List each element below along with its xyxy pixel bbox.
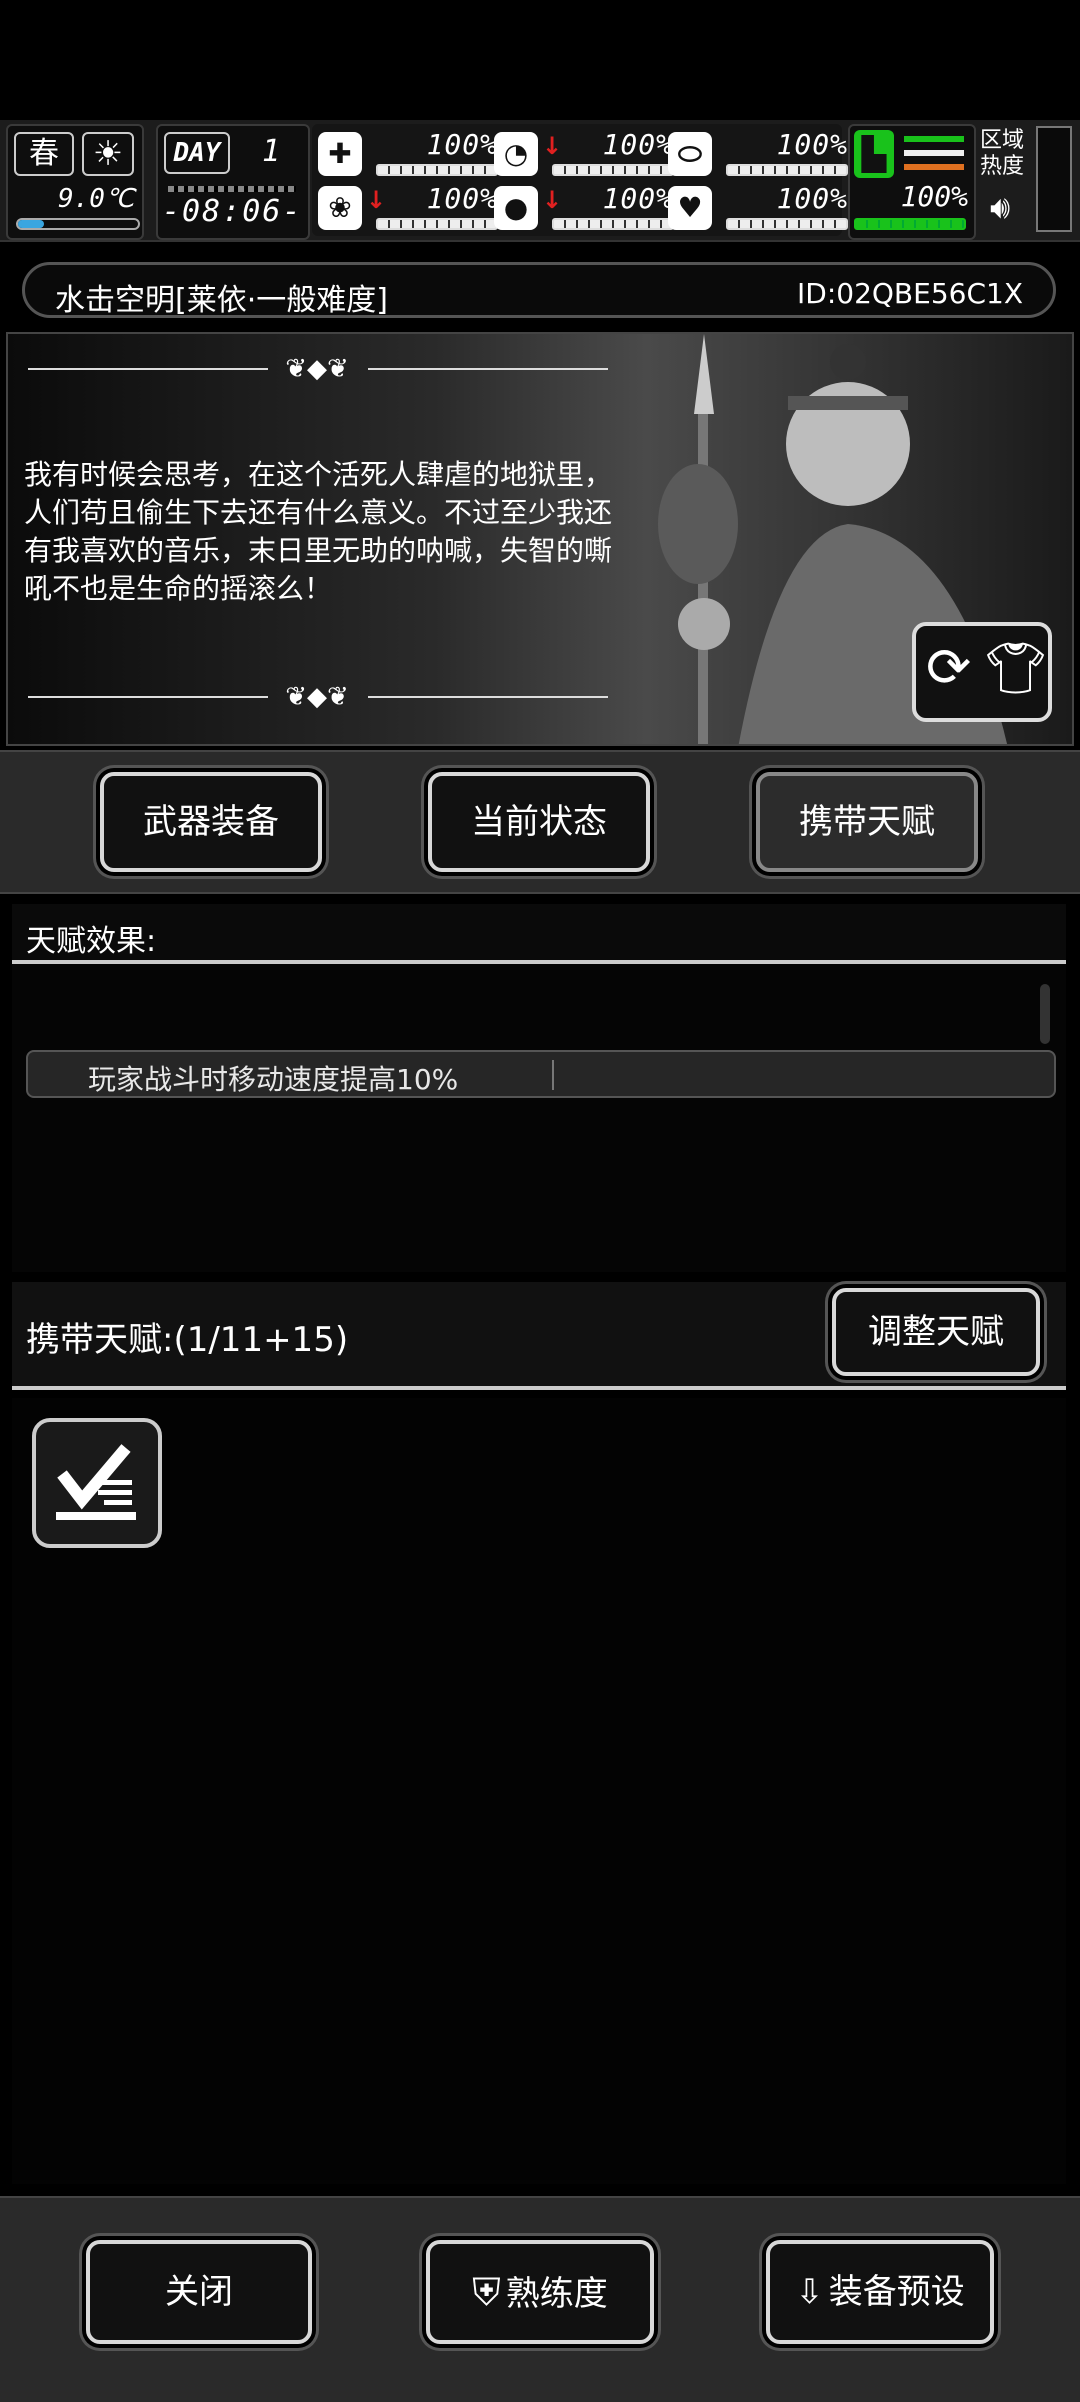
survival-stats: ✚ 100% ◔ ↓ 100% ⬭ 100% ❀ ↓ 100% ● ↓ 100%: [312, 124, 848, 236]
day-progress-ticks: [168, 186, 296, 192]
day-number: 1: [262, 134, 281, 169]
talent-effects-title: 天赋效果:: [26, 924, 157, 959]
stomach-icon: ◔: [494, 132, 538, 176]
season-badge: 春: [14, 132, 74, 176]
thermometer-icon: [18, 220, 44, 228]
character-name: 水击空明[莱依·一般难度]: [55, 283, 388, 318]
refresh-icon: ⟳: [926, 636, 972, 699]
tab-bar: 武器装备 当前状态 携带天赋: [0, 750, 1080, 894]
tab-talents[interactable]: 携带天赋: [756, 772, 978, 872]
list-item: 玩家战斗时移动速度提高10%: [26, 1050, 1056, 1098]
thirst-bar: [552, 218, 674, 230]
download-box-icon: ⇩: [795, 2272, 824, 2312]
temperature-bar: [16, 218, 140, 230]
down-arrow-icon: ↓: [366, 186, 387, 214]
player-id: ID:02QBE56C1X: [797, 277, 1023, 310]
medicine-bar: [726, 164, 848, 176]
stamina-line-green: [904, 136, 964, 142]
system-status-bar: [0, 0, 1080, 120]
day-clock-panel: DAY 1 -08:06-: [156, 124, 310, 240]
sanity-bar: [376, 218, 498, 230]
health-bar: [376, 164, 498, 176]
hair-bun: [830, 344, 866, 380]
sanity-stat: ❀ ↓ 100%: [318, 182, 498, 234]
stamina-value: 100%: [900, 180, 968, 213]
tab-status[interactable]: 当前状态: [428, 772, 650, 872]
stamina-bar: [854, 218, 966, 230]
carried-talents-header: 携带天赋:(1/11+15) 调整天赋: [12, 1282, 1066, 1390]
heart-icon: ♥: [668, 186, 712, 230]
carried-talents-list: [12, 1398, 1066, 2184]
game-clock: -08:06-: [162, 194, 303, 229]
talent-effects-panel: 天赋效果: 玩家战斗时移动速度提高10%: [12, 904, 1066, 1272]
talent-effect-text: 玩家战斗时移动速度提高10%: [88, 1063, 459, 1096]
character-quote: 我有时候会思考，在这个活死人肆虐的地狱里，人们苟且偷生下去还有什么意义。不过至少…: [24, 458, 613, 605]
change-outfit-button[interactable]: ⟳ 👕︎: [912, 622, 1052, 722]
thirst-stat: ● ↓ 100%: [494, 182, 674, 234]
boot-icon: ▙: [854, 130, 894, 178]
bottom-action-bar: 关闭 ⛨ 熟练度 ⇩ 装备预设: [0, 2196, 1080, 2402]
ornament-divider-top: ❦◆❦: [28, 354, 608, 384]
character-title-bar: 水击空明[莱依·一般难度] ID:02QBE56C1X: [22, 262, 1056, 318]
talent-slot[interactable]: [32, 1418, 162, 1548]
mood-bar: [726, 218, 848, 230]
medicine-stat: ⬭ 100%: [668, 128, 848, 180]
headband: [788, 396, 908, 410]
sun-icon: ☀: [82, 132, 134, 176]
adjust-talents-button[interactable]: 调整天赋: [832, 1288, 1040, 1376]
game-hud: 春 ☀ 9.0℃ DAY 1 -08:06- ✚ 100% ◔ ↓ 100% ⬭…: [0, 120, 1080, 242]
row-divider: [552, 1060, 554, 1090]
temperature-readout: 9.0℃: [58, 184, 135, 214]
weather-panel: 春 ☀ 9.0℃: [6, 124, 144, 240]
proficiency-button[interactable]: ⛨ 熟练度: [426, 2240, 654, 2344]
hunger-stat: ◔ ↓ 100%: [494, 128, 674, 180]
badge-icon: ⛨: [472, 2270, 501, 2314]
water-drop-icon: ●: [494, 186, 538, 230]
stamina-line-orange: [904, 164, 964, 170]
speed-talent-icon: [56, 1444, 136, 1520]
zone-heat-meter: [1036, 126, 1072, 232]
spear-tassel: [658, 464, 738, 584]
stamina-line-white: [904, 150, 964, 156]
medkit-icon: ✚: [318, 132, 362, 176]
brain-icon: ❀: [318, 186, 362, 230]
down-arrow-icon: ↓: [542, 132, 563, 160]
effects-scrollbar[interactable]: [1040, 984, 1050, 1044]
shirt-icon: 👕︎: [984, 639, 1048, 697]
health-stat: ✚ 100%: [318, 128, 498, 180]
character-hand: [678, 598, 730, 650]
spear-tip: [694, 334, 714, 414]
ornament-divider-bottom: ❦◆❦: [28, 682, 608, 712]
hunger-bar: [552, 164, 674, 176]
mood-stat: ♥ 100%: [668, 182, 848, 234]
close-button[interactable]: 关闭: [86, 2240, 312, 2344]
capsule-icon: ⬭: [668, 132, 712, 176]
talent-effects-header: 天赋效果:: [12, 904, 1066, 964]
day-label: DAY: [164, 132, 230, 174]
stamina-panel: ▙ 100%: [848, 124, 976, 240]
tab-weapons[interactable]: 武器装备: [100, 772, 322, 872]
equipment-preset-button[interactable]: ⇩ 装备预设: [766, 2240, 994, 2344]
down-arrow-icon: ↓: [542, 186, 563, 214]
carried-talents-count: 携带天赋:(1/11+15): [26, 1320, 349, 1360]
speaker-icon[interactable]: 🔊︎: [990, 188, 1010, 227]
